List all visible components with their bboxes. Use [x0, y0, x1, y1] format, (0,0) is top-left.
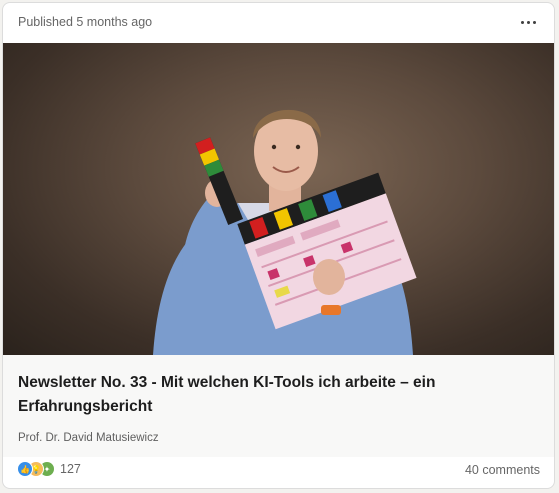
article-cover-image[interactable] — [3, 43, 554, 355]
article-info[interactable]: Newsletter No. 33 - Mit welchen KI-Tools… — [3, 355, 554, 457]
like-icon: 👍 — [17, 461, 33, 477]
author-name: Prof. Dr. David Matusiewicz — [18, 432, 159, 444]
comments-count-link[interactable]: 40 comments — [465, 463, 540, 477]
published-time: Published 5 months ago — [18, 15, 153, 29]
reaction-count: 127 — [60, 462, 81, 476]
reactions-summary[interactable]: 👍 💡 ✦ 127 — [17, 461, 81, 477]
social-counts: 👍 💡 ✦ 127 40 comments — [3, 455, 554, 488]
newsletter-card: Published 5 months ago Newsletter No. 33… — [2, 2, 555, 489]
article-title[interactable]: Newsletter No. 33 - Mit welchen KI-Tools… — [18, 371, 518, 419]
more-horizontal-icon — [520, 20, 536, 24]
card-header: Published 5 months ago — [3, 3, 554, 43]
more-options-button[interactable] — [514, 9, 542, 35]
